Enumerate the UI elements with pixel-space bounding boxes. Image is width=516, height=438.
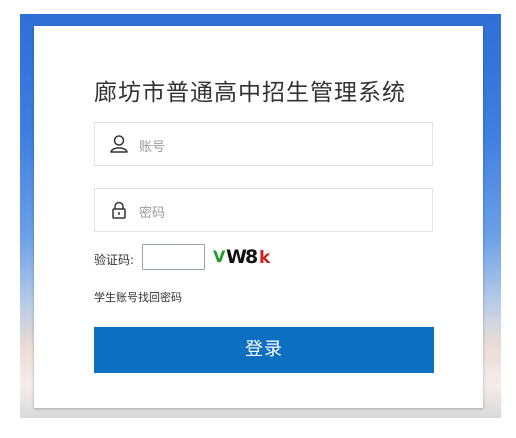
page-title: 廊坊市普通高中招生管理系统 xyxy=(94,80,406,106)
login-panel: 廊坊市普通高中招生管理系统 账号 密码 验证码: V W8 k 学生账号找回密码… xyxy=(34,26,483,408)
lock-icon xyxy=(109,200,129,220)
user-icon xyxy=(109,134,129,154)
login-page: 廊坊市普通高中招生管理系统 账号 密码 验证码: V W8 k 学生账号找回密码… xyxy=(0,0,516,438)
captcha-char: W8 xyxy=(226,246,258,268)
username-field[interactable]: 账号 xyxy=(94,122,433,166)
captcha-label: 验证码: xyxy=(94,253,135,267)
captcha-input[interactable] xyxy=(142,244,205,270)
password-placeholder: 密码 xyxy=(139,206,166,221)
login-button[interactable]: 登录 xyxy=(94,327,434,373)
recover-account-link[interactable]: 学生账号找回密码 xyxy=(94,289,182,305)
captcha-image[interactable]: V W8 k xyxy=(213,246,273,270)
captcha-char: V xyxy=(213,247,226,266)
username-placeholder: 账号 xyxy=(139,140,166,155)
captcha-row: 验证码: V W8 k xyxy=(94,244,434,272)
captcha-char: k xyxy=(259,248,271,268)
password-field[interactable]: 密码 xyxy=(94,188,433,232)
